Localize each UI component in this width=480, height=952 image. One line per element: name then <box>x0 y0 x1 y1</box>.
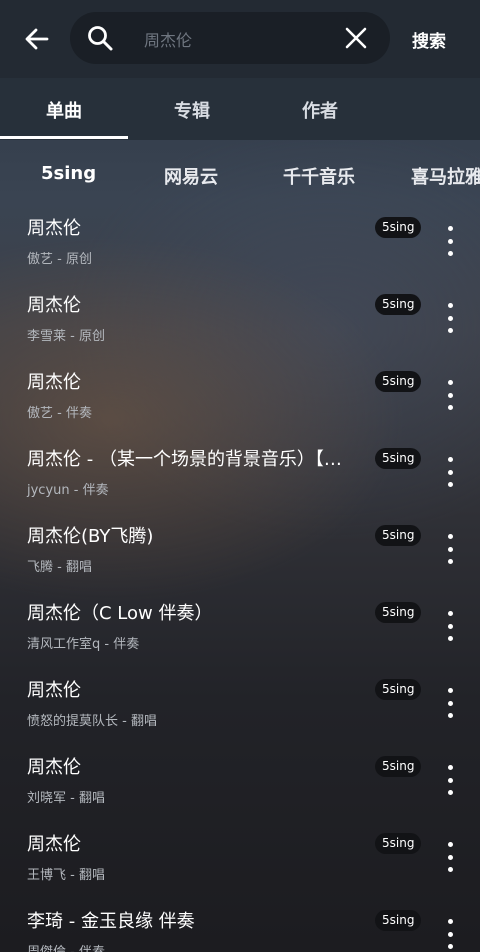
source-badge: 5sing <box>375 448 422 469</box>
song-title: 李琦 - 金玉良缘 伴奏 <box>27 911 195 932</box>
source-badge: 5sing <box>375 910 422 931</box>
list-item[interactable]: 周杰伦 傲艺 - 伴奏 5sing <box>0 358 480 435</box>
list-item[interactable]: 周杰伦(BY飞腾) 飞腾 - 翻唱 5sing <box>0 512 480 589</box>
song-title: 周杰伦 <box>27 834 81 855</box>
source-badge: 5sing <box>375 525 422 546</box>
list-item[interactable]: 周杰伦 李雪莱 - 原创 5sing <box>0 281 480 358</box>
active-tab-indicator <box>0 136 128 139</box>
more-icon[interactable] <box>440 688 460 718</box>
song-subtitle: 刘晓军 - 翻唱 <box>27 791 105 806</box>
list-item[interactable]: 周杰伦 - （某一个场景的背景音乐）【… jycyun - 伴奏 5sing <box>0 435 480 512</box>
more-icon[interactable] <box>440 534 460 564</box>
source-badge: 5sing <box>375 294 422 315</box>
list-item[interactable]: 周杰伦 王博飞 - 翻唱 5sing <box>0 820 480 897</box>
list-item[interactable]: 周杰伦（C Low 伴奏） 清风工作室q - 伴奏 5sing <box>0 589 480 666</box>
more-icon[interactable] <box>440 919 460 949</box>
list-item[interactable]: 周杰伦 刘晓军 - 翻唱 5sing <box>0 743 480 820</box>
source-badge: 5sing <box>375 756 422 777</box>
source-tab-5sing[interactable]: 5sing <box>41 163 96 184</box>
song-subtitle: 愤怒的提莫队长 - 翻唱 <box>27 714 157 729</box>
source-badge: 5sing <box>375 679 422 700</box>
tab-songs[interactable]: 单曲 <box>0 97 128 123</box>
source-tabs: 5sing 网易云 千千音乐 喜马拉雅 <box>0 140 480 204</box>
tab-albums[interactable]: 专辑 <box>128 97 256 123</box>
more-icon[interactable] <box>440 380 460 410</box>
more-icon[interactable] <box>440 303 460 333</box>
search-icon <box>88 26 113 51</box>
arrow-left-icon <box>25 28 49 50</box>
close-icon[interactable] <box>344 26 368 50</box>
tab-authors[interactable]: 作者 <box>256 97 384 123</box>
song-subtitle: 傲艺 - 原创 <box>27 252 92 267</box>
source-badge: 5sing <box>375 602 422 623</box>
back-button[interactable] <box>20 22 54 56</box>
song-subtitle: 清风工作室q - 伴奏 <box>27 637 140 652</box>
song-title: 周杰伦(BY飞腾) <box>27 526 154 547</box>
source-badge: 5sing <box>375 217 422 238</box>
source-tab-ximalaya[interactable]: 喜马拉雅 <box>411 163 480 189</box>
song-subtitle: 傲艺 - 伴奏 <box>27 406 92 421</box>
more-icon[interactable] <box>440 226 460 256</box>
top-bar: 周杰伦 搜索 <box>0 0 480 78</box>
source-tab-qianqian[interactable]: 千千音乐 <box>283 163 355 189</box>
song-subtitle: 王博飞 - 翻唱 <box>27 868 105 883</box>
list-item[interactable]: 周杰伦 愤怒的提莫队长 - 翻唱 5sing <box>0 666 480 743</box>
source-badge: 5sing <box>375 833 422 854</box>
more-icon[interactable] <box>440 765 460 795</box>
list-item[interactable]: 周杰伦 傲艺 - 原创 5sing <box>0 204 480 281</box>
more-icon[interactable] <box>440 457 460 487</box>
search-button[interactable]: 搜索 <box>412 27 446 52</box>
song-title: 周杰伦 <box>27 757 81 778</box>
source-tab-netease[interactable]: 网易云 <box>164 163 218 189</box>
song-subtitle: 周傑倫 - 伴奏 <box>27 941 105 952</box>
song-title: 周杰伦 - （某一个场景的背景音乐）【… <box>27 449 342 470</box>
song-title: 周杰伦 <box>27 372 81 393</box>
song-title: 周杰伦 <box>27 295 81 316</box>
more-icon[interactable] <box>440 611 460 641</box>
result-type-tabs: 单曲 专辑 作者 <box>0 78 480 140</box>
search-box[interactable]: 周杰伦 <box>70 12 390 64</box>
song-subtitle: jycyun - 伴奏 <box>27 483 109 498</box>
song-subtitle: 飞腾 - 翻唱 <box>27 560 92 575</box>
song-subtitle: 李雪莱 - 原创 <box>27 329 105 344</box>
search-input[interactable]: 周杰伦 <box>144 27 192 51</box>
song-title: 周杰伦 <box>27 680 81 701</box>
song-title: 周杰伦 <box>27 218 81 239</box>
song-title: 周杰伦（C Low 伴奏） <box>27 603 213 624</box>
list-item[interactable]: 李琦 - 金玉良缘 伴奏 周傑倫 - 伴奏 5sing <box>0 897 480 952</box>
more-icon[interactable] <box>440 842 460 872</box>
source-badge: 5sing <box>375 371 422 392</box>
